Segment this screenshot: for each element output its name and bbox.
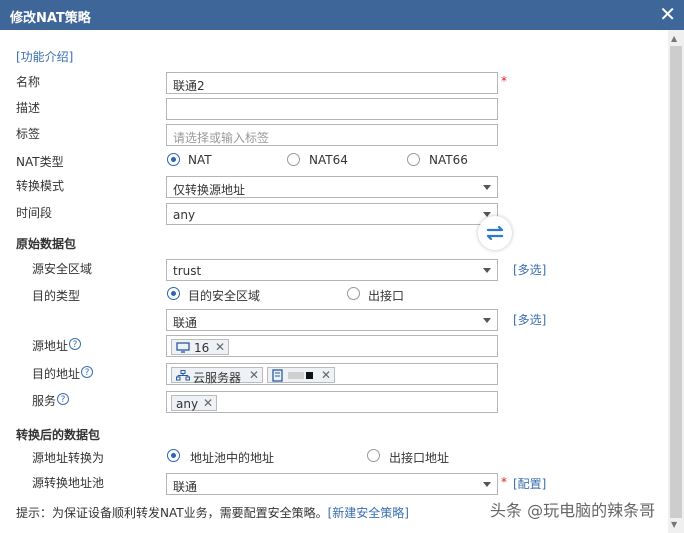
name-required-mark: *	[501, 74, 507, 88]
source-address-tag: 16 ✕	[171, 339, 229, 355]
service-input[interactable]: any ✕	[166, 391, 498, 413]
dest-type-radio-zone[interactable]	[167, 287, 180, 300]
source-zone-label: 源安全区域	[32, 262, 93, 276]
nat-type-option-nat: NAT	[188, 153, 212, 167]
dest-zone-value: 联通	[173, 316, 198, 330]
source-translate-radio-interface[interactable]	[367, 449, 380, 462]
source-address-help-icon[interactable]: ?	[69, 338, 81, 350]
dest-zone-multi-select-link[interactable]: [多选]	[513, 311, 546, 328]
source-pool-value: 联通	[173, 480, 198, 494]
dest-type-radio-interface[interactable]	[347, 287, 360, 300]
nat-type-radio-nat64[interactable]	[287, 153, 300, 166]
tag-input[interactable]: 请选择或输入标签	[166, 124, 498, 146]
dest-address-label: 目的地址	[32, 367, 81, 381]
translated-packet-heading: 转换后的数据包	[16, 428, 101, 442]
tag-placeholder: 请选择或输入标签	[173, 131, 270, 145]
swap-arrows-icon	[486, 225, 504, 241]
remove-tag-icon[interactable]: ✕	[321, 368, 331, 382]
dialog-titlebar: 修改NAT策略 ✕	[0, 0, 684, 30]
dialog-title: 修改NAT策略	[10, 11, 91, 26]
source-address-tag-text: 16	[194, 341, 210, 355]
source-address-input[interactable]: 16 ✕	[166, 335, 498, 357]
nat-type-radio-nat66[interactable]	[407, 153, 420, 166]
remove-tag-icon[interactable]: ✕	[203, 396, 213, 410]
nat-type-option-nat64: NAT64	[309, 153, 348, 167]
source-pool-select[interactable]: 联通	[166, 473, 498, 495]
source-pool-config-link[interactable]: [配置]	[513, 475, 546, 492]
close-icon[interactable]: ✕	[659, 3, 676, 25]
scrollbar-thumb[interactable]	[670, 46, 682, 518]
watermark: 头条 @玩电脑的辣条哥	[490, 501, 656, 520]
swap-button[interactable]	[478, 216, 512, 250]
dest-address-tag-redacted: ✕	[267, 367, 335, 383]
nat-type-radio-nat[interactable]	[167, 153, 180, 166]
convert-mode-label: 转换模式	[16, 179, 65, 193]
chevron-down-icon	[483, 185, 491, 190]
source-translate-option-interface: 出接口地址	[389, 451, 450, 465]
chevron-down-icon	[483, 482, 491, 487]
dest-type-label: 目的类型	[32, 289, 81, 303]
service-help-icon[interactable]: ?	[57, 393, 69, 405]
footer-note-text: 提示：为保证设备顺利转发NAT业务，需要配置安全策略。	[16, 506, 328, 520]
chevron-down-icon	[483, 318, 491, 323]
source-pool-required-mark: *	[501, 475, 507, 489]
address-book-icon	[272, 369, 283, 382]
name-label: 名称	[16, 75, 41, 89]
tag-label: 标签	[16, 127, 41, 141]
service-tag: any ✕	[171, 395, 217, 411]
footer-note: 提示：为保证设备顺利转发NAT业务，需要配置安全策略。[新建安全策略]	[16, 504, 409, 521]
original-packet-heading: 原始数据包	[16, 237, 77, 251]
vertical-scrollbar[interactable]: ▲ ▼	[668, 30, 684, 533]
convert-mode-select[interactable]: 仅转换源地址	[166, 176, 498, 198]
dest-address-tag-text: 云服务器	[193, 371, 242, 385]
source-pool-label: 源转换地址池	[32, 476, 105, 490]
service-tag-text: any	[176, 397, 199, 411]
intro-link[interactable]: [功能介绍]	[16, 48, 73, 65]
source-translate-label: 源地址转换为	[32, 451, 105, 465]
nat-type-option-nat66: NAT66	[429, 153, 468, 167]
time-range-select[interactable]: any	[166, 203, 498, 225]
convert-mode-value: 仅转换源地址	[173, 183, 246, 197]
dest-address-help-icon[interactable]: ?	[81, 366, 93, 378]
time-range-value: any	[173, 208, 196, 222]
chevron-down-icon	[483, 268, 491, 273]
description-label: 描述	[16, 101, 41, 115]
nat-type-label: NAT类型	[16, 155, 64, 169]
remove-tag-icon[interactable]: ✕	[249, 368, 259, 382]
redaction-block	[288, 372, 304, 379]
source-zone-multi-select-link[interactable]: [多选]	[513, 261, 546, 278]
remove-tag-icon[interactable]: ✕	[215, 340, 225, 354]
dest-zone-select[interactable]: 联通	[166, 309, 498, 331]
source-translate-option-pool: 地址池中的地址	[190, 451, 275, 465]
new-security-policy-link[interactable]: [新建安全策略]	[328, 506, 409, 520]
dest-type-option-interface: 出接口	[368, 289, 405, 303]
dest-address-input[interactable]: 云服务器 ✕ ✕	[166, 363, 498, 385]
time-range-label: 时间段	[16, 206, 53, 220]
source-zone-value: trust	[173, 264, 202, 278]
name-value: 联通2	[173, 79, 205, 93]
redaction-block-dark	[306, 372, 313, 379]
name-input[interactable]: 联通2	[166, 72, 498, 94]
source-translate-radio-pool[interactable]	[167, 449, 180, 462]
dest-address-tag-cloud-server: 云服务器 ✕	[171, 367, 263, 385]
source-zone-select[interactable]: trust	[166, 259, 498, 281]
scroll-up-icon[interactable]: ▲	[671, 34, 677, 43]
scroll-down-icon[interactable]: ▼	[671, 520, 677, 529]
description-input[interactable]	[166, 98, 498, 120]
network-icon	[176, 370, 190, 381]
source-address-label: 源地址	[32, 339, 69, 353]
monitor-icon	[176, 342, 190, 353]
service-label: 服务	[32, 394, 57, 408]
dest-type-option-zone: 目的安全区域	[188, 289, 261, 303]
